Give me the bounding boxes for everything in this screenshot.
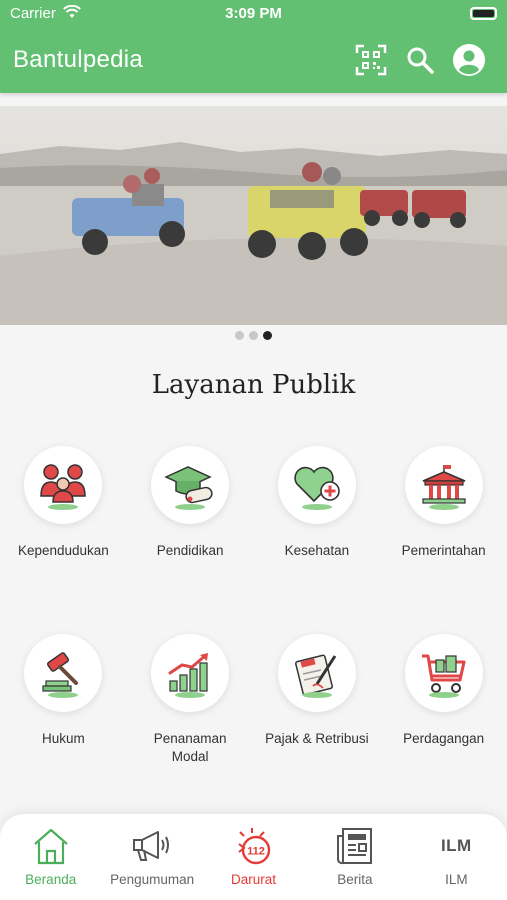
service-icon-circle <box>151 634 230 712</box>
banner-image <box>0 106 507 325</box>
carousel-dot-active[interactable] <box>263 331 272 340</box>
service-icon-circle <box>24 446 103 524</box>
tab-ilm[interactable]: ILM ILM <box>406 814 507 900</box>
service-icon-circle <box>24 634 103 712</box>
emergency-112-icon: 112 <box>237 828 270 865</box>
service-perdagangan[interactable]: Perdagangan <box>380 634 507 766</box>
heart-plus-icon <box>294 466 340 503</box>
tax-document-icon <box>294 654 337 696</box>
clock: 3:09 PM <box>225 5 282 22</box>
status-bar: Carrier 3:09 PM <box>0 0 507 27</box>
shopping-cart-icon <box>421 654 466 693</box>
service-icon-circle <box>277 446 356 524</box>
service-label: Kependudukan <box>17 543 109 558</box>
section-title: Layanan Publik <box>151 370 356 400</box>
tab-pengumuman[interactable]: Pengumuman <box>101 814 202 900</box>
government-building-icon <box>422 465 466 504</box>
bottom-tab-bar: Beranda Pengumuman 112 Darurat Berita IL… <box>0 814 507 900</box>
app-bar: Bantulpedia <box>0 27 507 93</box>
newspaper-icon <box>336 828 372 865</box>
graduation-cap-icon <box>164 466 213 504</box>
tab-label: Darurat <box>231 872 277 887</box>
qr-code-icon <box>355 44 387 76</box>
tab-label: Beranda <box>25 872 77 887</box>
service-label: Hukum <box>41 731 85 746</box>
services-row-1: Kependudukan Pendidikan Kesehatan Pemeri… <box>0 446 507 560</box>
profile-button[interactable] <box>450 41 488 79</box>
service-kependudukan[interactable]: Kependudukan <box>0 446 127 560</box>
service-icon-circle <box>151 446 230 524</box>
service-label: Penanaman Modal <box>154 730 227 766</box>
service-pemerintahan[interactable]: Pemerintahan <box>380 446 507 560</box>
tab-berita[interactable]: Berita <box>304 814 405 900</box>
tab-beranda[interactable]: Beranda <box>0 814 101 900</box>
service-pendidikan[interactable]: Pendidikan <box>127 446 254 560</box>
carousel-dot[interactable] <box>249 331 258 340</box>
carousel-indicator[interactable] <box>0 331 507 341</box>
service-pajak-retribusi[interactable]: Pajak & Retribusi <box>254 634 381 766</box>
home-icon <box>33 828 68 865</box>
people-icon <box>40 464 87 503</box>
service-label: Pendidikan <box>156 543 224 558</box>
service-hukum[interactable]: Hukum <box>0 634 127 766</box>
service-label: Pemerintahan <box>401 543 486 558</box>
services-row-2: Hukum Penanaman Modal Pajak & Retribusi … <box>0 634 507 766</box>
service-label: Pajak & Retribusi <box>265 731 369 746</box>
search-icon <box>407 47 434 74</box>
tab-darurat[interactable]: 112 Darurat <box>203 814 304 900</box>
app-title: Bantulpedia <box>13 46 144 73</box>
svg-text:112: 112 <box>247 846 265 858</box>
service-label-line2: Modal <box>171 749 209 764</box>
qr-scan-button[interactable] <box>352 41 390 79</box>
carousel-dot[interactable] <box>235 331 244 340</box>
banner-carousel[interactable] <box>0 106 507 325</box>
service-label-line1: Penanaman <box>153 731 227 746</box>
tab-label: ILM <box>445 872 468 887</box>
battery-icon <box>470 7 497 20</box>
service-icon-circle <box>404 634 483 712</box>
search-button[interactable] <box>401 41 439 79</box>
tab-label: Berita <box>337 872 373 887</box>
gavel-icon <box>42 652 79 692</box>
service-icon-circle <box>277 634 356 712</box>
account-circle-icon <box>453 44 485 76</box>
service-icon-circle <box>404 446 483 524</box>
tab-label: Pengumuman <box>110 872 195 887</box>
service-kesehatan[interactable]: Kesehatan <box>254 446 381 560</box>
megaphone-icon <box>133 831 170 861</box>
service-label: Kesehatan <box>284 543 350 558</box>
ilm-icon: ILM <box>440 836 472 855</box>
growth-chart-icon <box>168 653 209 692</box>
service-penanaman-modal[interactable]: Penanaman Modal <box>127 634 254 766</box>
service-label: Perdagangan <box>403 731 485 746</box>
